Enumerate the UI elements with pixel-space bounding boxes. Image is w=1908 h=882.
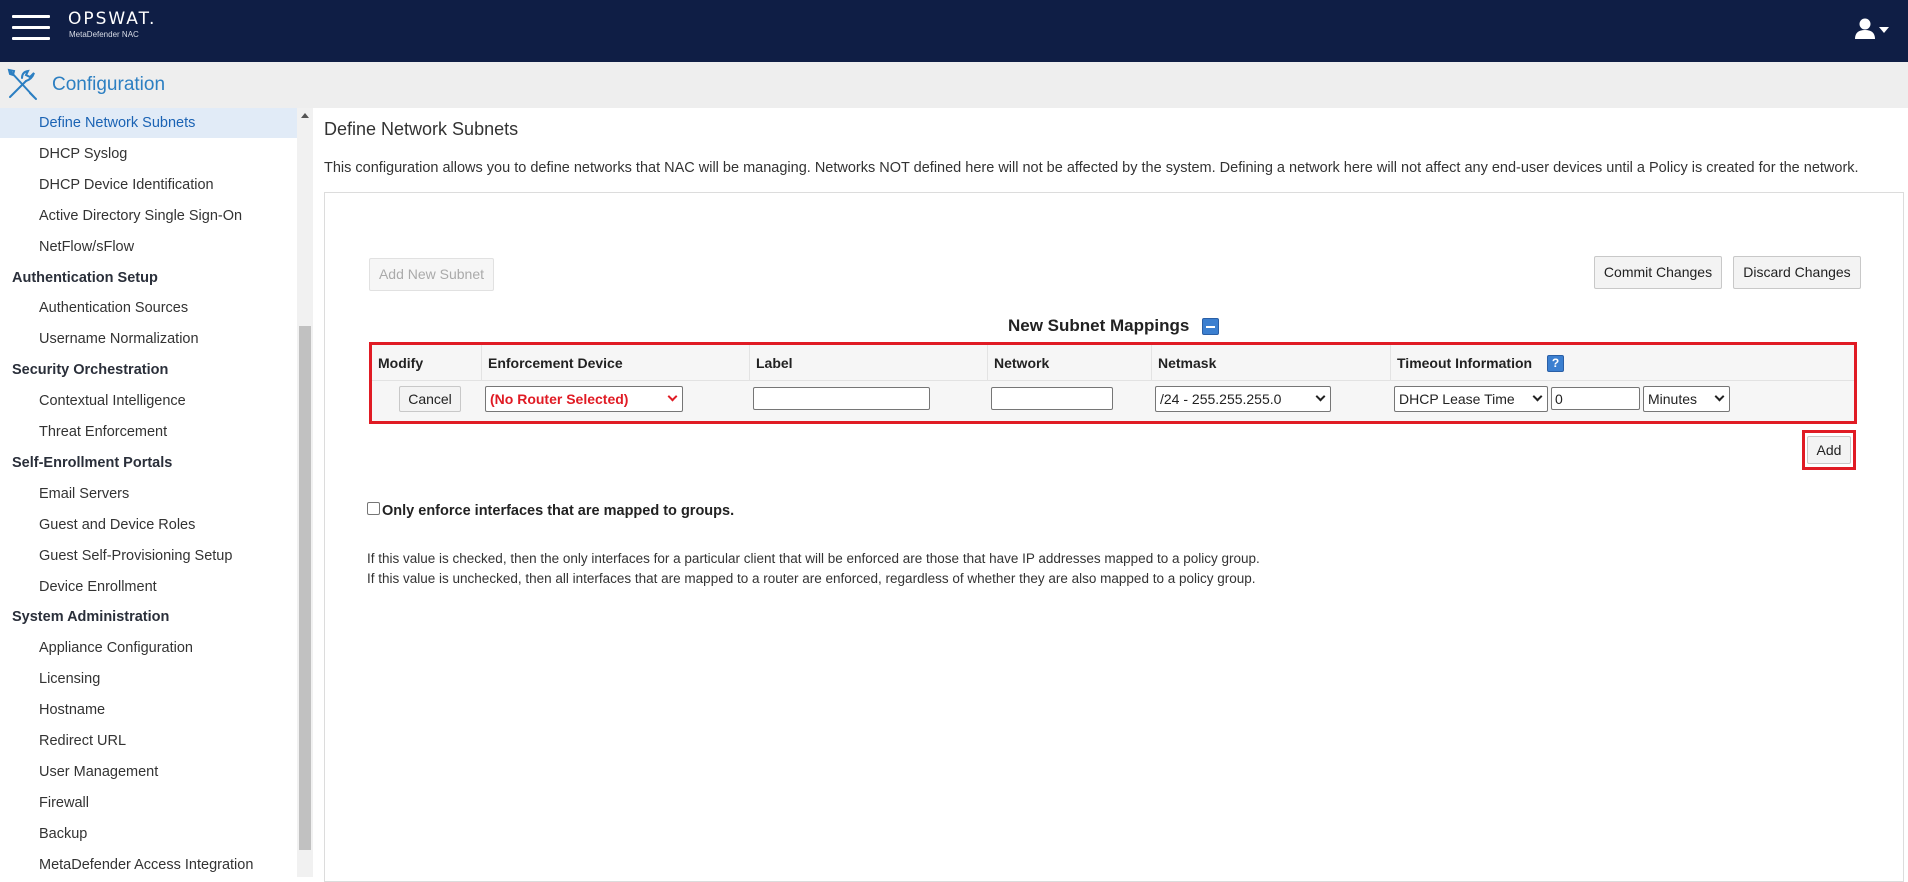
- chevron-down-icon: [1532, 391, 1543, 402]
- scroll-up-arrow-icon[interactable]: [301, 113, 309, 118]
- sidebar-item-firewall[interactable]: Firewall: [0, 788, 297, 818]
- page-description: This configuration allows you to define …: [324, 160, 1859, 176]
- subnet-panel: [324, 192, 1904, 882]
- sidebar-item-metadefender-access-integration[interactable]: MetaDefender Access Integration: [0, 850, 297, 877]
- sidebar-item-user-management[interactable]: User Management: [0, 757, 297, 787]
- page-title: Define Network Subnets: [324, 119, 519, 139]
- section-title: Configuration: [52, 74, 166, 95]
- mappings-title: New Subnet Mappings: [1008, 316, 1190, 335]
- opswat-logo: OPSWAT. MetaDefender NAC: [68, 9, 156, 39]
- sidebar-scrollbar-thumb[interactable]: [299, 326, 311, 850]
- network-input[interactable]: [991, 387, 1113, 410]
- enforce-mapped-checkbox[interactable]: [367, 502, 380, 515]
- sidebar-item-guest-self-provisioning-setup[interactable]: Guest Self-Provisioning Setup: [0, 541, 297, 571]
- grid-header: Modify Enforcement Device Label Network …: [372, 345, 1854, 381]
- sidebar-group-authentication-setup[interactable]: Authentication Setup: [0, 263, 297, 293]
- enforce-mapped-label: Only enforce interfaces that are mapped …: [382, 503, 735, 519]
- timeout-type-select[interactable]: DHCP Lease Time: [1394, 386, 1548, 412]
- help-icon[interactable]: ?: [1547, 355, 1564, 372]
- sidebar-item-threat-enforcement[interactable]: Threat Enforcement: [0, 417, 297, 447]
- col-network: Network: [987, 345, 1151, 381]
- cancel-button[interactable]: Cancel: [399, 386, 461, 412]
- add-button[interactable]: Add: [1807, 436, 1851, 464]
- subnet-mapping-grid: Modify Enforcement Device Label Network …: [369, 342, 1857, 424]
- chevron-down-icon: [1714, 391, 1725, 402]
- sidebar-item-hostname[interactable]: Hostname: [0, 695, 297, 725]
- label-input[interactable]: [753, 387, 930, 410]
- col-label: Label: [749, 345, 987, 381]
- sidebar-group-self-enrollment-portals[interactable]: Self-Enrollment Portals: [0, 448, 297, 478]
- sidebar-item-appliance-configuration[interactable]: Appliance Configuration: [0, 633, 297, 663]
- sidebar-item-dhcp-syslog[interactable]: DHCP Syslog: [0, 139, 297, 169]
- sidebar-group-system-administration[interactable]: System Administration: [0, 602, 297, 632]
- top-navbar: OPSWAT. MetaDefender NAC: [0, 0, 1908, 62]
- netmask-value: /24 - 255.255.255.0: [1160, 391, 1282, 407]
- collapse-minus-icon[interactable]: [1202, 318, 1219, 335]
- sidebar-item-backup[interactable]: Backup: [0, 819, 297, 849]
- product-name: MetaDefender NAC: [69, 30, 139, 39]
- sidebar-item-authentication-sources[interactable]: Authentication Sources: [0, 293, 297, 323]
- enforcement-device-select[interactable]: (No Router Selected): [485, 386, 683, 412]
- user-icon: [1855, 18, 1889, 39]
- timeout-type-value: DHCP Lease Time: [1399, 391, 1515, 407]
- sidebar-group-security-orchestration[interactable]: Security Orchestration: [0, 355, 297, 385]
- sidebar-item-email-servers[interactable]: Email Servers: [0, 479, 297, 509]
- enforcement-device-value: (No Router Selected): [490, 391, 629, 407]
- commit-changes-button[interactable]: Commit Changes: [1594, 256, 1722, 289]
- timeout-value-input[interactable]: [1551, 387, 1640, 410]
- configuration-header: Configuration: [0, 62, 1908, 108]
- caret-down-icon: [1879, 27, 1889, 33]
- netmask-select[interactable]: /24 - 255.255.255.0: [1155, 386, 1331, 412]
- chevron-down-icon: [667, 391, 678, 402]
- discard-changes-button[interactable]: Discard Changes: [1733, 256, 1861, 289]
- sidebar-item-redirect-url[interactable]: Redirect URL: [0, 726, 297, 756]
- add-button-highlight: Add: [1802, 430, 1856, 470]
- sidebar-item-guest-and-device-roles[interactable]: Guest and Device Roles: [0, 510, 297, 540]
- timeout-unit-select[interactable]: Minutes: [1643, 386, 1730, 412]
- sidebar-item-netflow-sflow[interactable]: NetFlow/sFlow: [0, 232, 297, 262]
- col-netmask: Netmask: [1151, 345, 1390, 381]
- sidebar-item-licensing[interactable]: Licensing: [0, 664, 297, 694]
- col-enforcement-device: Enforcement Device: [481, 345, 749, 381]
- chevron-down-icon: [1315, 391, 1326, 402]
- sidebar: Define Network Subnets DHCP Syslog DHCP De…: [0, 108, 297, 877]
- grid-row-new: Cancel (No Router Selected) /24 - 255.25…: [372, 381, 1854, 421]
- timeout-unit-value: Minutes: [1648, 391, 1698, 407]
- note-unchecked: If this value is unchecked, then all int…: [367, 571, 1256, 586]
- hamburger-menu-icon[interactable]: [12, 15, 50, 41]
- sidebar-item-dhcp-device-identification[interactable]: DHCP Device Identification: [0, 170, 297, 200]
- user-menu-button[interactable]: [1854, 18, 1894, 42]
- sidebar-item-define-network-subnets[interactable]: Define Network Subnets: [0, 108, 297, 138]
- col-modify: Modify: [378, 355, 424, 371]
- sidebar-item-contextual-intelligence[interactable]: Contextual Intelligence: [0, 386, 297, 416]
- sidebar-item-active-directory-single-sign-on[interactable]: Active Directory Single Sign-On: [0, 201, 297, 231]
- sidebar-item-username-normalization[interactable]: Username Normalization: [0, 324, 297, 354]
- brand-name: OPSWAT.: [68, 9, 157, 29]
- col-timeout-information: Timeout Information: [1390, 345, 1854, 381]
- tools-icon: [7, 68, 37, 100]
- sidebar-item-device-enrollment[interactable]: Device Enrollment: [0, 572, 297, 602]
- add-new-subnet-button[interactable]: Add New Subnet: [369, 258, 494, 291]
- note-checked: If this value is checked, then the only …: [367, 551, 1260, 566]
